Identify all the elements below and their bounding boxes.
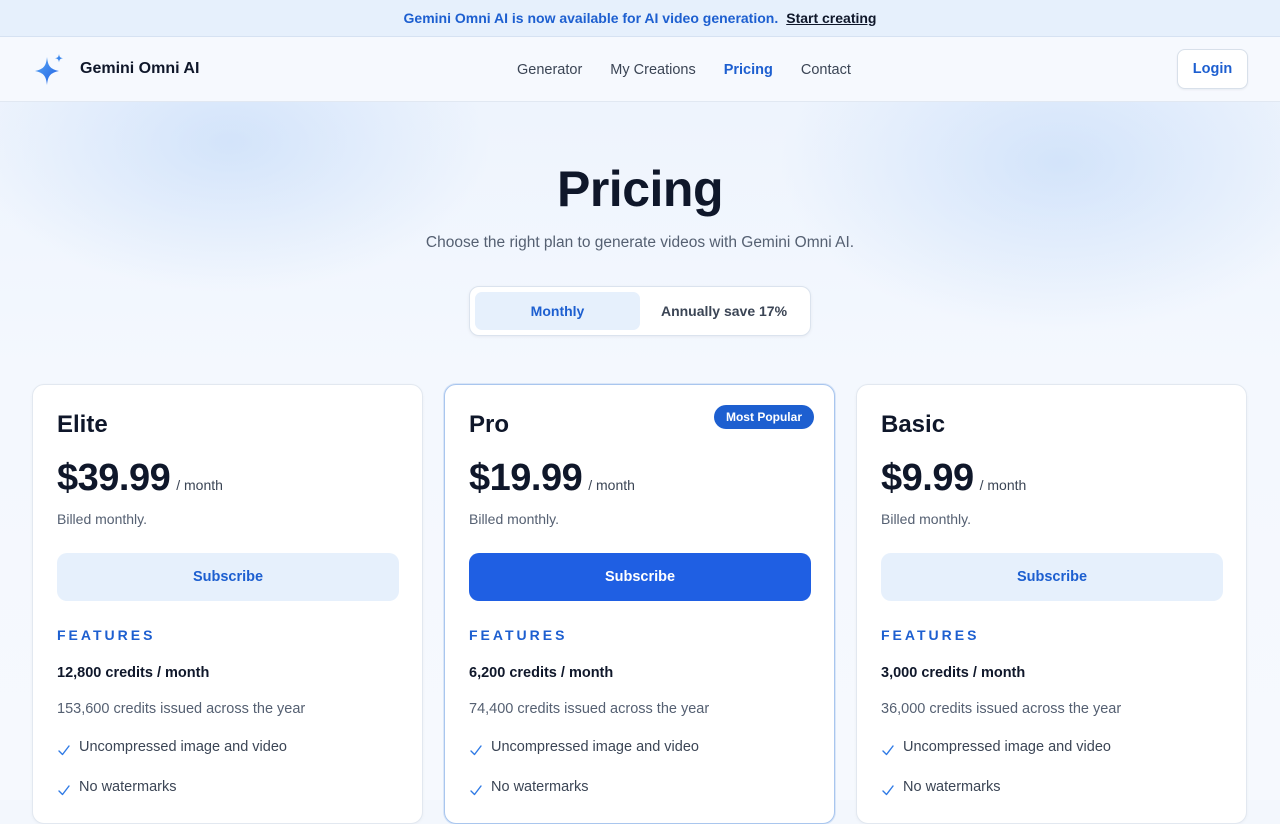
nav-link-contact[interactable]: Contact — [801, 62, 851, 78]
check-icon — [470, 745, 482, 756]
plan-period: / month — [588, 477, 635, 493]
plan-card-elite: Elite $39.99 / month Billed monthly. Sub… — [32, 384, 423, 824]
subscribe-button-elite[interactable]: Subscribe — [57, 553, 399, 601]
feature-item: No watermarks — [881, 777, 1001, 797]
feature-label: Uncompressed image and video — [79, 739, 287, 755]
feature-item: Uncompressed image and video — [881, 737, 1111, 757]
monthly-credits: 3,000 credits / month — [881, 665, 1026, 681]
price-row: $19.99 / month — [469, 457, 635, 500]
plan-price: $19.99 — [469, 457, 583, 499]
billing-note: Billed monthly. — [881, 511, 972, 527]
feature-label: Uncompressed image and video — [903, 739, 1111, 755]
check-icon — [58, 745, 70, 756]
brand-name: Gemini Omni AI — [80, 60, 200, 77]
yearly-credits: 153,600 credits issued across the year — [57, 701, 306, 717]
brand[interactable]: Gemini Omni AI — [32, 52, 199, 86]
plan-name: Pro — [469, 411, 510, 438]
feature-item: Uncompressed image and video — [469, 737, 699, 757]
billing-toggle: Monthly Annually save 17% — [469, 286, 811, 336]
check-icon — [58, 785, 70, 796]
features-heading: FEATURES — [57, 627, 156, 643]
plan-card-pro: Pro Most Popular $19.99 / month Billed m… — [444, 384, 835, 824]
most-popular-badge: Most Popular — [713, 405, 814, 429]
feature-label: No watermarks — [903, 779, 1001, 795]
plan-price: $39.99 — [57, 457, 171, 499]
subscribe-button-pro[interactable]: Subscribe — [469, 553, 811, 601]
plan-period: / month — [979, 477, 1027, 493]
plan-period: / month — [176, 477, 223, 493]
nav-links: Generator My Creations Pricing Contact — [517, 37, 851, 102]
plan-name: Elite — [57, 411, 108, 438]
feature-label: Uncompressed image and video — [491, 739, 699, 755]
yearly-credits: 36,000 credits issued across the year — [881, 701, 1122, 717]
billing-note: Billed monthly. — [469, 511, 560, 527]
announcement-message: Gemini Omni AI is now available for AI v… — [403, 10, 779, 26]
subscribe-button-basic[interactable]: Subscribe — [881, 553, 1223, 601]
monthly-credits: 6,200 credits / month — [469, 665, 614, 681]
nav-link-my-creations[interactable]: My Creations — [610, 62, 695, 78]
nav-link-generator[interactable]: Generator — [517, 62, 582, 78]
feature-label: No watermarks — [79, 779, 177, 795]
billing-note: Billed monthly. — [57, 511, 148, 527]
check-icon — [470, 785, 482, 796]
yearly-credits: 74,400 credits issued across the year — [469, 701, 710, 717]
announcement-bar: Gemini Omni AI is now available for AI v… — [0, 0, 1280, 37]
price-row: $39.99 / month — [57, 457, 223, 500]
features-heading: FEATURES — [881, 627, 980, 643]
plan-card-basic: Basic $9.99 / month Billed monthly. Subs… — [856, 384, 1247, 824]
price-row: $9.99 / month — [881, 457, 1026, 500]
monthly-credits: 12,800 credits / month — [57, 665, 210, 681]
top-nav: Gemini Omni AI Generator My Creations Pr… — [0, 37, 1280, 102]
plan-price: $9.99 — [881, 457, 974, 499]
billing-option-monthly[interactable]: Monthly — [475, 292, 640, 330]
feature-label: No watermarks — [491, 779, 589, 795]
sparkle-icon — [35, 54, 63, 85]
start-creating-link[interactable]: Start creating — [786, 10, 876, 26]
page-subtitle: Choose the right plan to generate videos… — [425, 234, 855, 251]
nav-link-pricing[interactable]: Pricing — [724, 62, 773, 78]
page-title: Pricing — [557, 161, 723, 217]
login-button[interactable]: Login — [1177, 49, 1248, 89]
billing-option-annually[interactable]: Annually save 17% — [642, 292, 806, 330]
check-icon — [882, 785, 894, 796]
plan-name: Basic — [881, 411, 946, 438]
feature-item: No watermarks — [469, 777, 589, 797]
feature-item: No watermarks — [57, 777, 177, 797]
features-heading: FEATURES — [469, 627, 568, 643]
feature-item: Uncompressed image and video — [57, 737, 287, 757]
check-icon — [882, 745, 894, 756]
